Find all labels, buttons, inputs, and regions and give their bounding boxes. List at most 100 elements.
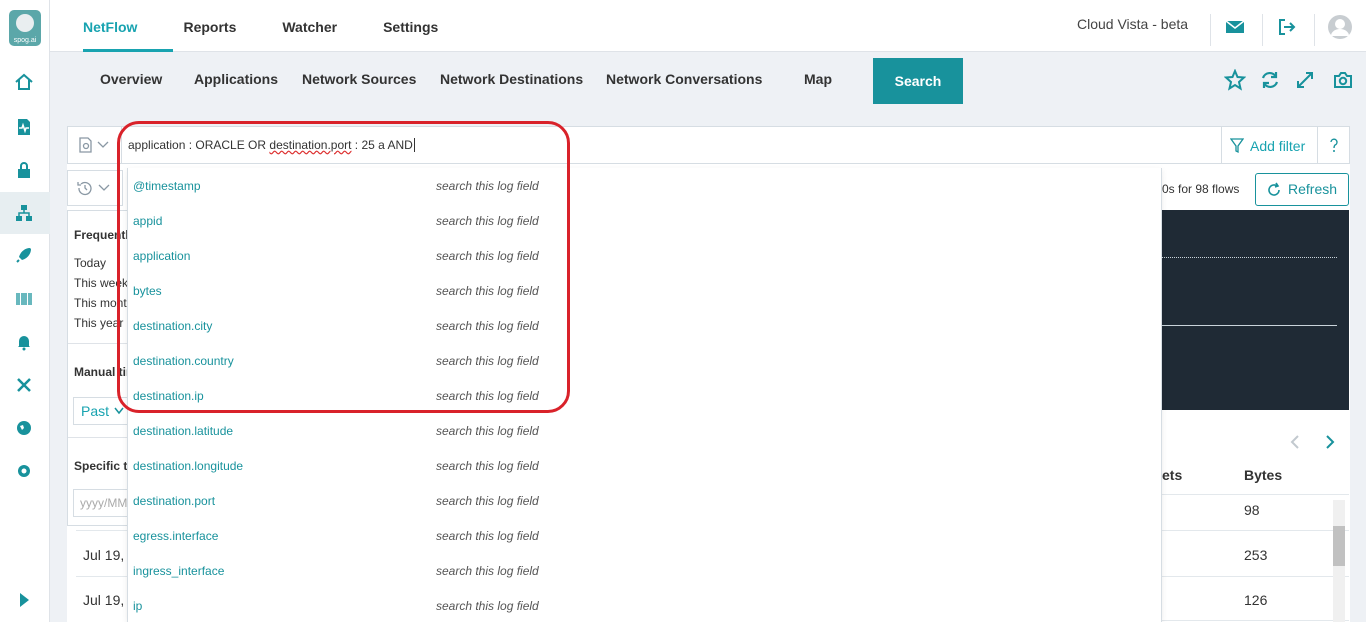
tab-network-conversations[interactable]: Network Conversations bbox=[606, 71, 762, 87]
tab-search[interactable]: Search bbox=[873, 58, 963, 104]
bytes-cell: 126 bbox=[1244, 592, 1268, 608]
table-divider bbox=[1162, 620, 1349, 621]
expand-rail-icon[interactable] bbox=[14, 590, 34, 610]
field-suggestion-item[interactable]: ip search this log field bbox=[128, 588, 1163, 622]
tab-map[interactable]: Map bbox=[804, 71, 832, 87]
field-suggestion-item[interactable]: appid search this log field bbox=[128, 203, 1163, 238]
mail-icon[interactable] bbox=[1224, 16, 1246, 38]
search-type-selector[interactable] bbox=[68, 127, 122, 163]
field-suggestion-dropdown: @timestamp search this log field appid sear… bbox=[127, 168, 1162, 622]
field-name: destination.country bbox=[133, 354, 234, 368]
field-suggestion-item[interactable]: egress.interface search this log field bbox=[128, 518, 1163, 553]
logo-text: spog.ai bbox=[13, 37, 37, 44]
time-today[interactable]: Today bbox=[74, 256, 106, 270]
nav-settings[interactable]: Settings bbox=[383, 0, 438, 52]
nav-netflow[interactable]: NetFlow bbox=[83, 0, 137, 52]
field-suggestion-item[interactable]: destination.city search this log field bbox=[128, 308, 1163, 343]
field-hint: search this log field bbox=[436, 249, 539, 263]
date-input[interactable]: yyyy/MM/dd bbox=[73, 489, 128, 517]
field-suggestion-item[interactable]: bytes search this log field bbox=[128, 273, 1163, 308]
left-rail: spog.ai bbox=[0, 0, 50, 622]
field-suggestion-item[interactable]: destination.country search this log field bbox=[128, 343, 1163, 378]
divider bbox=[68, 437, 128, 438]
chart-threshold-line bbox=[1162, 257, 1337, 258]
search-input[interactable]: application : ORACLE OR destination.port… bbox=[128, 138, 415, 152]
field-hint: search this log field bbox=[436, 389, 539, 403]
field-name: bytes bbox=[133, 284, 162, 298]
field-hint: search this log field bbox=[436, 214, 539, 228]
tab-network-destinations[interactable]: Network Destinations bbox=[440, 71, 583, 87]
field-suggestion-item[interactable]: application search this log field bbox=[128, 238, 1163, 273]
date-cell: Jul 19, bbox=[83, 592, 125, 608]
fullscreen-icon[interactable] bbox=[1294, 69, 1316, 91]
field-suggestion-item[interactable]: destination.port search this log field bbox=[128, 483, 1163, 518]
past-select[interactable]: Past bbox=[73, 397, 128, 425]
gear-icon[interactable] bbox=[14, 461, 34, 481]
field-suggestion-item[interactable]: ingress_interface search this log field bbox=[128, 553, 1163, 588]
time-this-year[interactable]: This year bbox=[74, 316, 123, 330]
time-history-selector[interactable] bbox=[67, 170, 123, 206]
table-divider bbox=[1162, 576, 1349, 577]
logout-icon[interactable] bbox=[1276, 16, 1298, 38]
field-suggestion-item[interactable]: destination.longitude search this log fie… bbox=[128, 448, 1163, 483]
field-name: destination.port bbox=[133, 494, 216, 508]
field-suggestion-item[interactable]: destination.ip search this log field bbox=[128, 378, 1163, 413]
help-icon[interactable] bbox=[1317, 127, 1349, 163]
field-name: ingress_interface bbox=[133, 564, 225, 578]
refresh-button[interactable]: Refresh bbox=[1255, 173, 1349, 206]
avatar-icon[interactable] bbox=[1327, 14, 1353, 40]
time-this-month[interactable]: This month bbox=[74, 296, 128, 310]
tab-network-sources[interactable]: Network Sources bbox=[302, 71, 416, 87]
nav-watcher[interactable]: Watcher bbox=[282, 0, 337, 52]
camera-icon[interactable] bbox=[1332, 69, 1354, 91]
frequently-heading: Frequently bbox=[74, 228, 128, 242]
column-header-packets[interactable]: ets bbox=[1162, 467, 1182, 483]
chevron-down-icon bbox=[114, 407, 124, 415]
globe-icon[interactable] bbox=[14, 418, 34, 438]
table-divider bbox=[1162, 494, 1349, 495]
chevron-left-icon[interactable] bbox=[1288, 434, 1302, 450]
header-divider bbox=[1210, 14, 1211, 46]
divider bbox=[68, 343, 128, 344]
specific-time-heading: Specific time bbox=[74, 459, 128, 473]
field-hint: search this log field bbox=[436, 529, 539, 543]
field-suggestion-item[interactable]: @timestamp search this log field bbox=[128, 168, 1163, 203]
field-hint: search this log field bbox=[436, 564, 539, 578]
time-this-week[interactable]: This week bbox=[74, 276, 128, 290]
flows-chart bbox=[1162, 210, 1349, 410]
field-hint: search this log field bbox=[436, 459, 539, 473]
bell-alert-icon[interactable] bbox=[14, 332, 34, 352]
field-name: egress.interface bbox=[133, 529, 219, 543]
field-suggestion-item[interactable]: destination.latitude search this log fiel… bbox=[128, 413, 1163, 448]
home-icon[interactable] bbox=[14, 72, 34, 92]
sub-nav: Overview Applications Network Sources Ne… bbox=[50, 52, 1366, 110]
lock-icon[interactable] bbox=[14, 160, 34, 180]
column-header-bytes[interactable]: Bytes bbox=[1244, 467, 1282, 483]
field-name: destination.latitude bbox=[133, 424, 234, 438]
query-suffix: : 25 a AND bbox=[351, 138, 413, 152]
refresh-cycle-icon[interactable] bbox=[1259, 69, 1281, 91]
time-picker-panel: Frequently Today This week This month Th… bbox=[67, 210, 129, 526]
header-divider bbox=[1314, 14, 1315, 46]
table-scroll-thumb[interactable] bbox=[1333, 526, 1345, 566]
bytes-cell: 98 bbox=[1244, 502, 1260, 518]
nav-reports[interactable]: Reports bbox=[183, 0, 236, 52]
barcode-icon[interactable] bbox=[14, 289, 34, 309]
bytes-cell: 253 bbox=[1244, 547, 1268, 563]
flows-status-text: 0s for 98 flows bbox=[1162, 182, 1240, 196]
tab-applications[interactable]: Applications bbox=[194, 71, 278, 87]
chevron-right-icon[interactable] bbox=[1323, 434, 1337, 450]
manual-time-heading: Manual time bbox=[74, 365, 128, 379]
tab-overview[interactable]: Overview bbox=[100, 71, 162, 87]
report-pulse-icon[interactable] bbox=[14, 117, 34, 137]
star-icon[interactable] bbox=[1223, 68, 1247, 91]
query-misspelled-field: destination.port bbox=[269, 138, 352, 152]
past-select-value: Past bbox=[81, 403, 110, 419]
tools-icon[interactable] bbox=[14, 375, 34, 395]
brand-label: Cloud Vista - beta bbox=[1077, 16, 1189, 32]
network-icon[interactable] bbox=[14, 203, 34, 223]
field-hint: search this log field bbox=[436, 319, 539, 333]
spog-logo[interactable]: spog.ai bbox=[9, 10, 41, 46]
rocket-icon[interactable] bbox=[14, 245, 34, 265]
add-filter-button[interactable]: Add filter bbox=[1221, 127, 1317, 163]
